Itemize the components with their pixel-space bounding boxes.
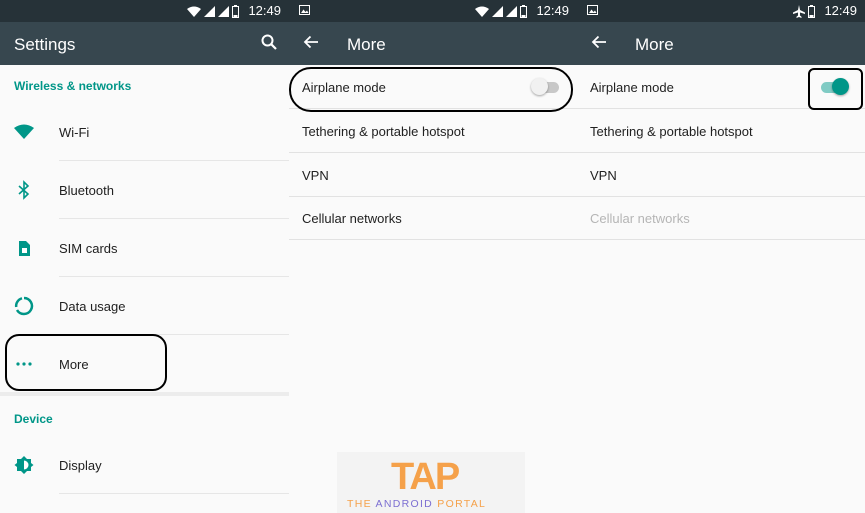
back-arrow-icon [303, 35, 318, 49]
more-dots-icon [16, 362, 32, 366]
more-item-label: Airplane mode [590, 80, 674, 95]
app-bar: More [289, 22, 577, 65]
more-item-label: VPN [302, 168, 329, 183]
settings-item-label: More [59, 357, 89, 372]
back-button[interactable] [591, 34, 607, 55]
section-divider [0, 392, 289, 396]
sim-card-icon [19, 241, 30, 256]
gallery-notification-icon [299, 5, 310, 15]
more-item-label: Tethering & portable hotspot [302, 124, 465, 139]
status-time: 12:49 [536, 3, 569, 18]
settings-item-more[interactable]: More [0, 335, 289, 393]
more-item-label: Tethering & portable hotspot [590, 124, 753, 139]
settings-item-display[interactable]: Display [0, 436, 289, 494]
settings-item-label: Data usage [59, 299, 126, 314]
more-item-vpn[interactable]: VPN [289, 153, 577, 197]
more-item-airplane-mode[interactable]: Airplane mode [289, 65, 577, 109]
bluetooth-icon [18, 180, 30, 200]
more-item-label: Cellular networks [590, 211, 690, 226]
battery-icon [520, 4, 527, 18]
settings-item-label: Bluetooth [59, 183, 114, 198]
section-header-wireless: Wireless & networks [14, 79, 132, 93]
wifi-icon [14, 124, 34, 139]
status-bar: 12:49 [289, 0, 577, 22]
battery-icon [808, 4, 815, 18]
status-icons [187, 4, 239, 18]
more-item-tethering[interactable]: Tethering & portable hotspot [289, 109, 577, 153]
settings-item-bluetooth[interactable]: Bluetooth [0, 161, 289, 219]
status-bar: 12:49 [0, 0, 289, 22]
status-icons [475, 4, 527, 18]
more-item-cellular-networks[interactable]: Cellular networks [289, 196, 577, 240]
watermark-logo: TAP THE ANDROID PORTAL [337, 452, 525, 513]
display-brightness-icon [14, 456, 34, 474]
logo-text: TAP [391, 456, 460, 498]
airplane-mode-toggle[interactable] [531, 78, 561, 96]
signal-icon [204, 5, 215, 17]
battery-icon [232, 4, 239, 18]
airplane-mode-toggle[interactable] [819, 78, 849, 96]
more-item-label: VPN [590, 168, 617, 183]
page-title: More [635, 35, 674, 54]
search-icon [261, 34, 277, 50]
status-bar: 12:49 [577, 0, 865, 22]
more-item-label: Cellular networks [302, 211, 402, 226]
settings-screen: 12:49 Settings Wireless & networks Wi-Fi… [0, 0, 289, 513]
status-time: 12:49 [248, 3, 281, 18]
page-title: More [347, 35, 386, 54]
signal-icon [218, 5, 229, 17]
more-item-airplane-mode[interactable]: Airplane mode [577, 65, 865, 109]
signal-icon [506, 5, 517, 17]
app-bar: More [577, 22, 865, 65]
settings-item-label: Display [59, 458, 102, 473]
settings-item-sim-cards[interactable]: SIM cards [0, 219, 289, 277]
more-screen-after: 12:49 More Airplane mode Tethering & por… [577, 0, 865, 513]
back-button[interactable] [303, 34, 319, 55]
data-usage-icon [14, 296, 34, 316]
search-button[interactable] [261, 34, 277, 55]
wifi-status-icon [187, 6, 201, 17]
signal-icon [492, 5, 503, 17]
settings-item-label: Wi-Fi [59, 125, 90, 140]
app-bar: Settings [0, 22, 289, 65]
back-arrow-icon [591, 35, 606, 49]
page-title: Settings [14, 35, 76, 54]
more-item-label: Airplane mode [302, 80, 386, 95]
logo-tagline: THE ANDROID PORTAL [347, 498, 487, 510]
status-icons [793, 4, 815, 18]
gallery-notification-icon [587, 5, 598, 15]
wifi-status-icon [475, 6, 489, 17]
airplane-icon [793, 4, 805, 18]
status-time: 12:49 [824, 3, 857, 18]
section-header-device: Device [14, 412, 53, 426]
more-item-vpn[interactable]: VPN [577, 153, 865, 197]
settings-item-label: SIM cards [59, 241, 118, 256]
settings-item-data-usage[interactable]: Data usage [0, 277, 289, 335]
more-screen-before: 12:49 More Airplane mode Tethering & por… [289, 0, 577, 513]
more-item-tethering[interactable]: Tethering & portable hotspot [577, 109, 865, 153]
settings-item-wifi[interactable]: Wi-Fi [0, 103, 289, 161]
more-item-cellular-networks: Cellular networks [577, 196, 865, 240]
